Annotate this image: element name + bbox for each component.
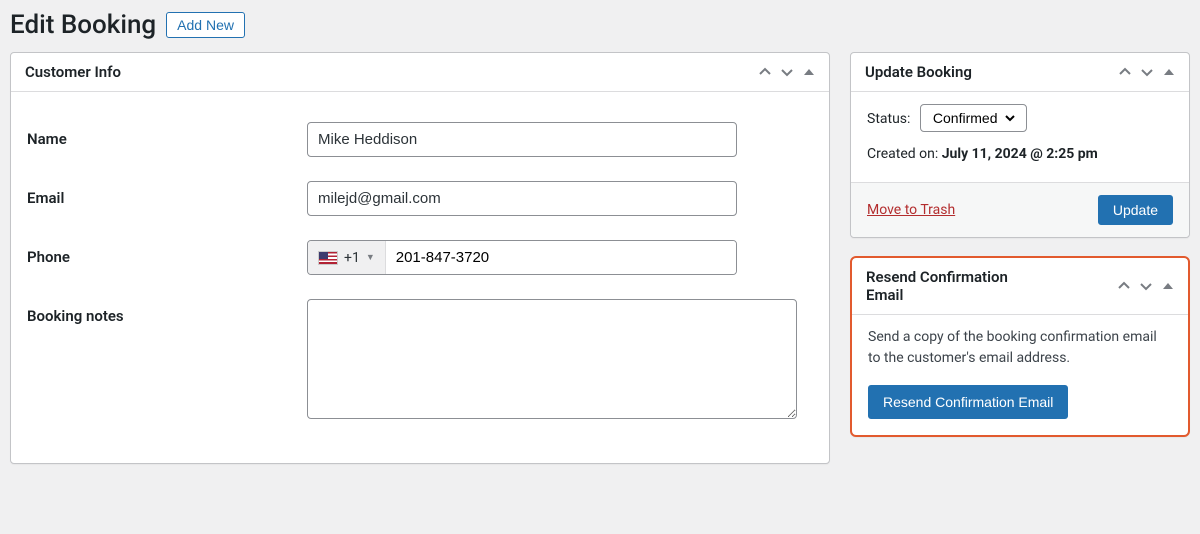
name-label: Name [27,122,307,148]
move-down-icon[interactable] [1140,280,1152,292]
phone-country-selector[interactable]: +1 ▼ [308,241,386,274]
move-to-trash-link[interactable]: Move to Trash [867,202,955,218]
page-title: Edit Booking [10,10,156,40]
email-label: Email [27,181,307,207]
email-field[interactable] [307,181,737,216]
status-select[interactable]: Confirmed [929,109,1018,127]
update-booking-panel: Update Booking Status: Confirmed [850,52,1190,238]
toggle-panel-icon[interactable] [1163,66,1175,78]
toggle-panel-icon[interactable] [1162,280,1174,292]
customer-info-panel: Customer Info Name Email [10,52,830,464]
created-on-value: July 11, 2024 @ 2:25 pm [942,146,1098,162]
resend-confirmation-panel: Resend Confirmation Email Send a copy of… [850,256,1190,437]
toggle-panel-icon[interactable] [803,66,815,78]
chevron-down-icon: ▼ [366,252,375,263]
created-on-label: Created on: [867,146,942,162]
move-down-icon[interactable] [781,66,793,78]
status-label: Status: [867,111,910,127]
resend-confirmation-button[interactable]: Resend Confirmation Email [868,385,1068,419]
phone-label: Phone [27,240,307,266]
notes-label: Booking notes [27,299,307,325]
move-up-icon[interactable] [1119,66,1131,78]
name-field[interactable] [307,122,737,157]
update-booking-title: Update Booking [865,63,972,81]
phone-prefix-value: +1 [344,250,360,266]
phone-field[interactable] [386,241,736,274]
add-new-button[interactable]: Add New [166,12,245,38]
resend-description: Send a copy of the booking confirmation … [868,327,1172,369]
move-up-icon[interactable] [1118,280,1130,292]
move-down-icon[interactable] [1141,66,1153,78]
move-up-icon[interactable] [759,66,771,78]
booking-notes-field[interactable] [307,299,797,419]
us-flag-icon [318,251,338,265]
resend-confirmation-title: Resend Confirmation Email [866,268,1046,304]
customer-info-title: Customer Info [25,63,121,81]
update-button[interactable]: Update [1098,195,1173,225]
